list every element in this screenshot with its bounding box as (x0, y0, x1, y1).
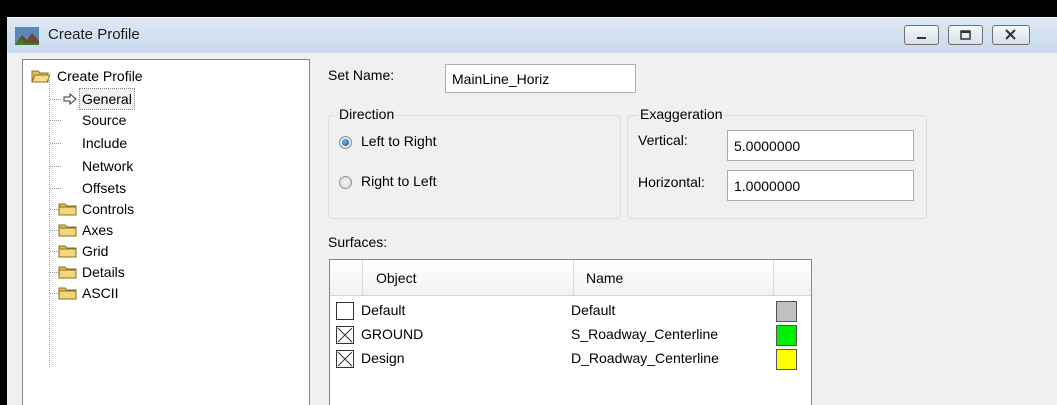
table-row[interactable]: Default Default (330, 300, 810, 322)
radio-left-to-right[interactable]: Left to Right (337, 133, 537, 153)
exaggeration-title: Exaggeration (638, 106, 725, 122)
navigation-tree[interactable]: Create Profile General Source Include Ne… (22, 59, 310, 405)
column-header-object[interactable]: Object (376, 270, 416, 286)
tree-folder-label: ASCII (82, 285, 119, 301)
close-icon (1005, 29, 1016, 40)
tree-folder-label: Details (82, 264, 125, 280)
row-object: GROUND (361, 326, 424, 342)
row-name: Default (571, 302, 616, 318)
tree-folder-label: Controls (82, 201, 135, 217)
arrow-right-icon (63, 93, 77, 105)
column-separator (773, 260, 774, 295)
tree-item-general[interactable]: General (23, 88, 309, 110)
color-swatch[interactable] (776, 325, 797, 346)
radio-right-to-left[interactable]: Right to Left (337, 173, 537, 193)
close-button[interactable] (992, 25, 1030, 45)
tree-folder-label: Axes (82, 222, 114, 238)
open-folder-icon (31, 70, 50, 83)
row-name: S_Roadway_Centerline (571, 326, 719, 342)
checkbox-cross-icon (337, 351, 353, 367)
vertical-input[interactable] (727, 130, 914, 161)
tree-item-label: Source (82, 112, 127, 128)
tree-connector (50, 99, 61, 100)
tree-connector (50, 120, 61, 121)
folder-icon (58, 245, 77, 258)
tree-item-network[interactable]: Network (23, 156, 309, 176)
row-checkbox-checked[interactable] (336, 326, 354, 344)
radio-label: Right to Left (361, 173, 437, 189)
surfaces-grid[interactable]: Object Name Default Default GROUND S_Roa… (329, 259, 812, 405)
radio-button[interactable] (339, 176, 352, 189)
horizontal-input[interactable] (727, 170, 914, 201)
radio-button-checked[interactable] (339, 136, 352, 149)
direction-title: Direction (337, 106, 397, 122)
row-checkbox[interactable] (336, 302, 354, 320)
horizontal-label: Horizontal: (638, 174, 705, 190)
restore-icon (960, 30, 971, 40)
folder-icon (58, 203, 77, 216)
title-bar[interactable]: Create Profile (7, 17, 1057, 54)
tree-connector (50, 166, 61, 167)
folder-icon (58, 224, 77, 237)
column-header-name[interactable]: Name (586, 270, 623, 286)
tree-item-label: Offsets (82, 180, 127, 196)
row-name: D_Roadway_Centerline (571, 350, 719, 366)
window-title: Create Profile (48, 26, 140, 43)
tree-connector (50, 143, 61, 144)
grid-header: Object Name (330, 260, 811, 296)
folder-icon (58, 287, 77, 300)
tree-folder-label: Grid (82, 243, 109, 259)
vertical-label: Vertical: (638, 132, 688, 148)
tree-folder-axes[interactable]: Axes (23, 220, 309, 240)
table-row[interactable]: GROUND S_Roadway_Centerline (330, 324, 810, 346)
dialog-client: Create Profile General Source Include Ne… (7, 53, 1057, 405)
row-object: Default (361, 302, 406, 318)
tree-item-label: General (79, 88, 135, 110)
column-separator (573, 260, 574, 295)
tree-item-include[interactable]: Include (23, 133, 309, 153)
window-frame: Create Profile Create Profile General So… (0, 0, 1057, 405)
surfaces-label: Surfaces: (328, 234, 388, 250)
tree-folder-ascii[interactable]: ASCII (23, 283, 309, 303)
row-checkbox-checked[interactable] (336, 350, 354, 368)
tree-root[interactable]: Create Profile (23, 66, 309, 86)
column-separator (362, 260, 363, 295)
color-swatch[interactable] (776, 301, 797, 322)
tree-item-label: Include (82, 135, 128, 151)
folder-icon (58, 266, 77, 279)
tree-folder-grid[interactable]: Grid (23, 241, 309, 261)
table-row[interactable]: Design D_Roadway_Centerline (330, 348, 810, 370)
maximize-button[interactable] (948, 25, 983, 45)
tree-item-offsets[interactable]: Offsets (23, 178, 309, 198)
tree-item-label: Network (82, 158, 134, 174)
tree-connector (50, 188, 61, 189)
row-object: Design (361, 350, 405, 366)
tree-folder-controls[interactable]: Controls (23, 199, 309, 219)
minimize-button[interactable] (904, 25, 939, 45)
tree-item-source[interactable]: Source (23, 110, 309, 130)
tree-root-label: Create Profile (57, 68, 143, 84)
app-icon (15, 27, 39, 45)
set-name-input[interactable] (445, 64, 636, 93)
tree-folder-details[interactable]: Details (23, 262, 309, 282)
radio-label: Left to Right (361, 133, 437, 149)
checkbox-cross-icon (337, 327, 353, 343)
direction-group (328, 115, 621, 219)
color-swatch[interactable] (776, 349, 797, 370)
set-name-label: Set Name: (328, 67, 395, 83)
minimize-icon (917, 37, 926, 39)
